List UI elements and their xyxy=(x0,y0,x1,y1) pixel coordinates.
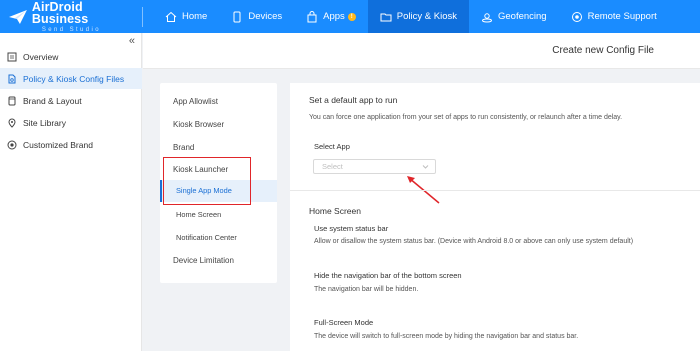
default-app-title: Set a default app to run xyxy=(309,95,398,105)
brand-layout-icon xyxy=(8,96,16,105)
select-app-label: Select App xyxy=(314,142,350,151)
subnav-item-kiosk-browser[interactable]: Kiosk Browser xyxy=(160,120,277,129)
main-header: Create new Config File xyxy=(143,33,700,69)
nav-devices-label: Devices xyxy=(248,11,283,22)
config-content-panel xyxy=(290,83,700,351)
apps-notification-badge: ! xyxy=(347,12,356,21)
nav-home[interactable]: Home xyxy=(153,0,219,33)
sidebar-item-customized-brand[interactable]: Customized Brand xyxy=(0,134,142,155)
overview-icon xyxy=(7,52,17,61)
customized-brand-icon xyxy=(7,140,17,149)
home-screen-title: Home Screen xyxy=(309,206,361,216)
nav-bar-description: The navigation bar will be hidden. xyxy=(314,286,419,293)
airdroid-logo-icon xyxy=(8,9,27,24)
select-app-placeholder: Select xyxy=(322,162,343,171)
sidebar-item-label: Policy & Kiosk Config Files xyxy=(23,73,125,84)
subnav-item-brand[interactable]: Brand xyxy=(160,143,277,152)
sidebar-item-label: Overview xyxy=(23,51,59,62)
nav-policy-kiosk-label: Policy & Kiosk xyxy=(396,11,457,22)
sidebar-item-label: Site Library xyxy=(23,117,66,128)
page-title: Create new Config File xyxy=(552,45,654,56)
brand-name: AirDroid Business xyxy=(31,0,89,26)
folder-icon xyxy=(380,13,392,21)
sidebar-item-label: Brand & Layout xyxy=(23,95,82,106)
sidebar-item-label: Customized Brand xyxy=(23,139,93,150)
left-sidebar: « Overview Policy & Kiosk Config Files B… xyxy=(0,33,142,351)
subnav-item-app-allowlist[interactable]: App Allowlist xyxy=(160,97,277,106)
sidebar-menu: Overview Policy & Kiosk Config Files Bra… xyxy=(0,46,142,156)
brand-logo-area[interactable]: AirDroid Business Send Studio xyxy=(0,0,142,33)
nav-home-label: Home xyxy=(182,11,208,22)
nav-policy-kiosk[interactable]: Policy & Kiosk xyxy=(367,0,469,33)
config-file-icon xyxy=(8,74,16,83)
nav-apps[interactable]: Apps ! xyxy=(294,0,368,33)
nav-devices[interactable]: Devices xyxy=(219,0,294,33)
sidebar-item-overview[interactable]: Overview xyxy=(0,46,142,67)
nav-geofencing-label: Geofencing xyxy=(497,11,547,22)
section-divider xyxy=(290,190,700,191)
subnav-item-notification-center[interactable]: Notification Center xyxy=(160,233,277,242)
sidebar-item-site-library[interactable]: Site Library xyxy=(0,112,142,133)
status-bar-title: Use system status bar xyxy=(314,224,389,233)
apps-icon xyxy=(307,10,317,22)
remote-support-icon xyxy=(571,11,582,22)
subnav-item-device-limitation[interactable]: Device Limitation xyxy=(160,256,277,265)
subnav-item-home-screen[interactable]: Home Screen xyxy=(160,210,277,219)
nav-remote-support[interactable]: Remote Support xyxy=(559,0,669,33)
select-app-dropdown[interactable]: Select xyxy=(313,159,436,174)
home-icon xyxy=(165,11,177,22)
geofence-icon xyxy=(481,12,492,22)
site-library-icon xyxy=(8,117,16,128)
top-nav: Home Devices Apps ! Policy & Kiosk Geofe… xyxy=(153,0,669,33)
top-navigation-bar: AirDroid Business Send Studio Home Devic… xyxy=(0,0,700,33)
nav-apps-label: Apps xyxy=(323,11,345,22)
chevron-down-icon xyxy=(422,165,429,169)
nav-remote-support-label: Remote Support xyxy=(587,11,657,22)
nav-geofencing[interactable]: Geofencing xyxy=(469,0,559,33)
highlight-box xyxy=(163,157,251,205)
default-app-description: You can force one application from your … xyxy=(309,114,623,121)
status-bar-description: Allow or disallow the system status bar.… xyxy=(314,238,634,245)
header-divider xyxy=(142,6,143,27)
nav-bar-title: Hide the navigation bar of the bottom sc… xyxy=(314,271,462,280)
brand-subtitle: Send Studio xyxy=(41,26,101,33)
sidebar-item-brand-layout[interactable]: Brand & Layout xyxy=(0,90,142,111)
fullscreen-title: Full-Screen Mode xyxy=(314,318,374,327)
sidebar-item-config-files[interactable]: Policy & Kiosk Config Files xyxy=(0,68,142,89)
fullscreen-description: The device will switch to full-screen mo… xyxy=(314,333,579,340)
device-icon xyxy=(233,11,241,22)
